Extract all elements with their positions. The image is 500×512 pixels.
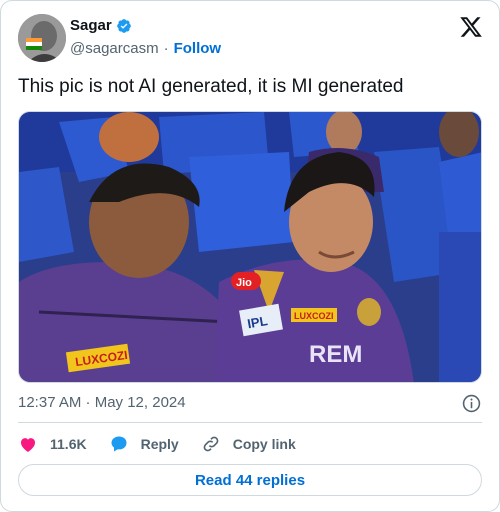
author-handle-row: @sagarcasm · Follow (70, 40, 221, 57)
author-name[interactable]: Sagar (70, 17, 112, 34)
jersey-text-right: LUXCOZI (294, 311, 334, 321)
follow-link[interactable]: Follow (174, 40, 222, 57)
action-bar: 11.6K Reply Copy link (18, 433, 318, 455)
reply-button[interactable]: Reply (109, 434, 179, 454)
jersey-text-rem: REM (309, 341, 362, 368)
read-replies-label: Read 44 replies (194, 471, 306, 489)
jersey-text-jio: Jio (236, 277, 252, 289)
avatar[interactable] (18, 14, 66, 62)
read-replies-button[interactable]: Read 44 replies (18, 464, 482, 496)
author-handle[interactable]: @sagarcasm (70, 40, 159, 57)
verified-badge-icon (116, 18, 131, 33)
x-logo-icon[interactable] (459, 15, 483, 39)
reply-label: Reply (140, 436, 179, 452)
heart-icon (21, 438, 35, 452)
divider (18, 422, 482, 423)
info-icon[interactable] (462, 394, 481, 413)
tweet-text: This pic is not AI generated, it is MI g… (18, 76, 404, 97)
photo-illustration: LUXCOZI Jio IPL LUXCOZI REM (19, 112, 481, 382)
copy-link-button[interactable]: Copy link (201, 434, 296, 454)
separator-dot: · (163, 40, 169, 57)
tweet-photo[interactable]: LUXCOZI Jio IPL LUXCOZI REM (18, 111, 482, 383)
likes-count: 11.6K (50, 436, 87, 452)
reply-bubble-icon (111, 436, 127, 452)
link-icon (203, 436, 219, 452)
author-name-row: Sagar (70, 17, 132, 34)
tweet-card: Sagar @sagarcasm · Follow This pic is no… (0, 0, 500, 512)
tweet-timestamp[interactable]: 12:37 AM · May 12, 2024 (18, 394, 186, 411)
copy-link-label: Copy link (232, 436, 296, 452)
like-button[interactable]: 11.6K (18, 434, 87, 454)
